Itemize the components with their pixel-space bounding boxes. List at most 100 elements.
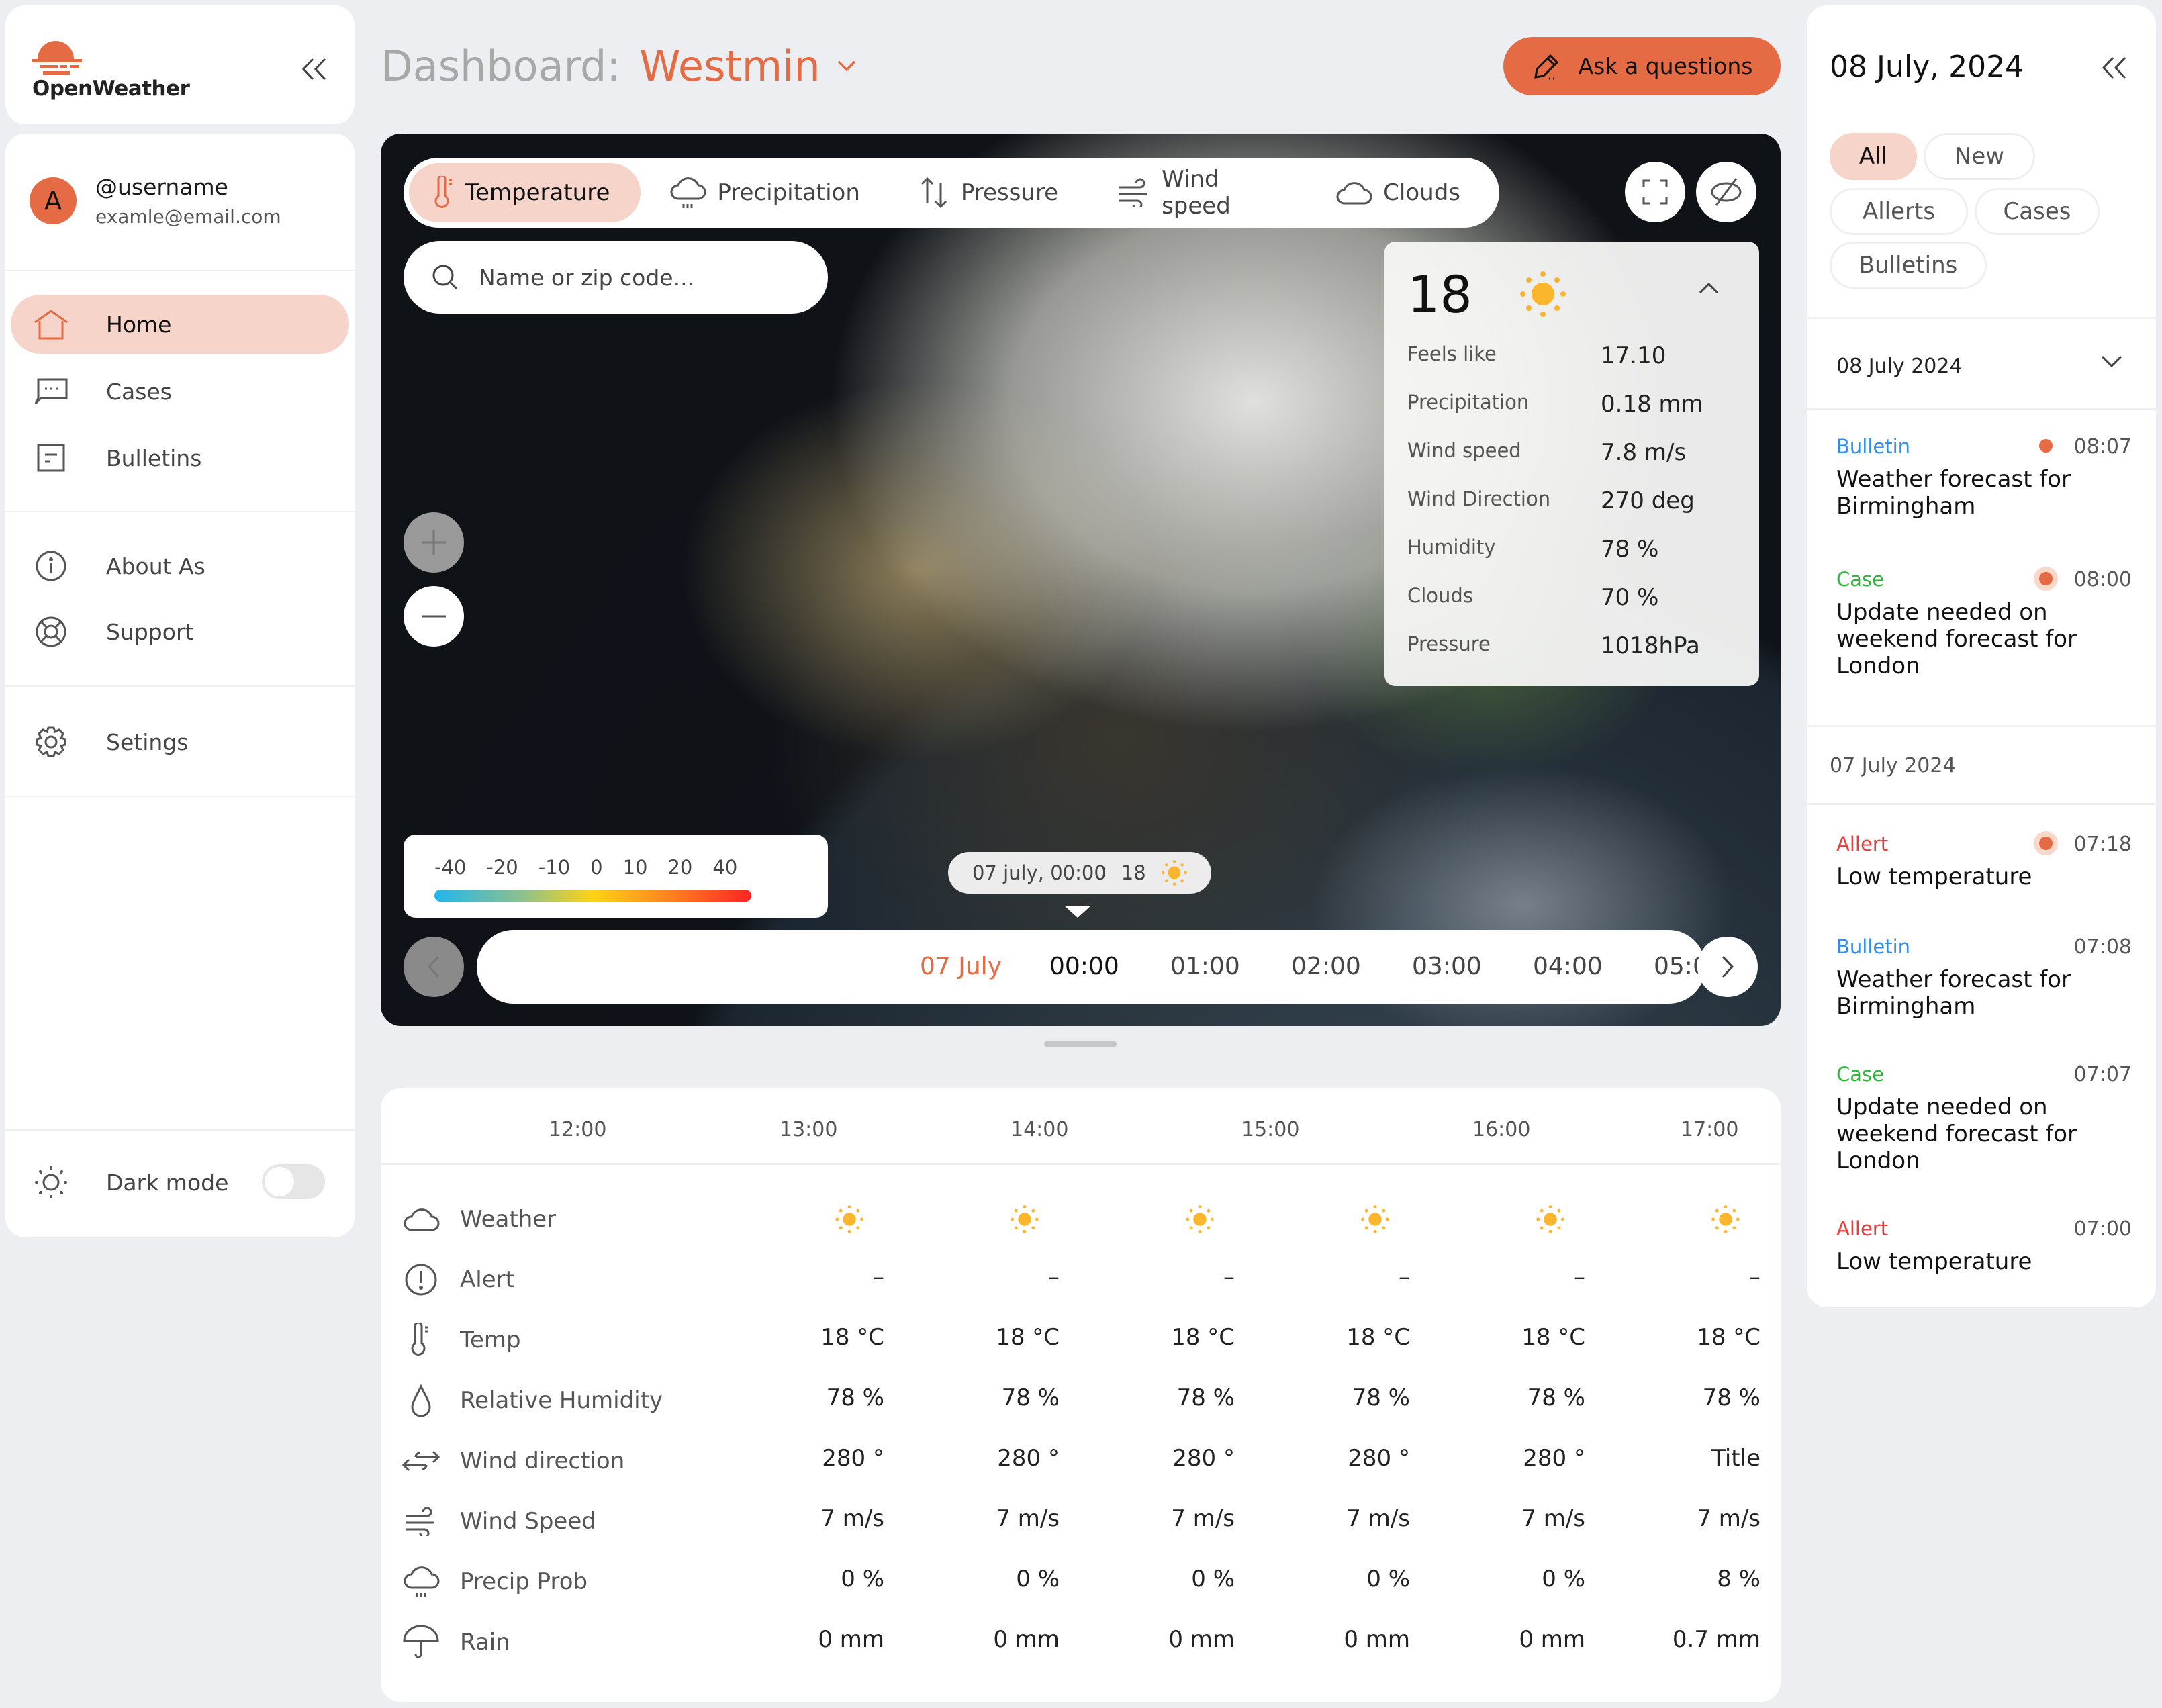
forecast-value: –	[1399, 1264, 1410, 1290]
sidebar-item-home[interactable]: Home	[11, 295, 349, 354]
notification-item[interactable]: Case 07:07 Update needed on weekend foreca…	[1836, 1063, 2132, 1174]
forecast-value: 280 °	[1348, 1445, 1410, 1472]
forecast-row: Wind direction 280 ° 280 ° 280 ° 280 ° 280 ° T…	[401, 1441, 1764, 1481]
notification-item[interactable]: Case 08:00 Update needed on weekend foreca…	[1836, 568, 2132, 679]
timeline-slot[interactable]: 04:00	[1533, 953, 1603, 980]
tab-clouds[interactable]: Clouds	[1309, 163, 1491, 222]
hide-layer-button[interactable]	[1696, 162, 1756, 222]
forecast-value: 7 m/s	[1346, 1505, 1410, 1532]
chevron-down-icon[interactable]	[2101, 354, 2122, 368]
weather-map[interactable]: Temperature Precipitation Pressure Wind …	[381, 134, 1781, 1026]
notification-message: Low temperature	[1836, 1248, 2032, 1275]
timeline[interactable]: 07 July 00:0001:0002:0003:0004:0005:00	[477, 930, 1705, 1004]
cloud-icon	[401, 1206, 441, 1233]
sidebar-item-cases[interactable]: Cases	[11, 362, 349, 421]
divider	[5, 511, 355, 512]
search-icon	[432, 265, 458, 290]
notification-message: Update needed on weekend forecast for Lo…	[1836, 599, 2077, 679]
filter-chip-allerts[interactable]: Allerts	[1830, 188, 1968, 235]
dark-mode-label: Dark mode	[106, 1169, 229, 1196]
forecast-value: –	[873, 1264, 884, 1290]
forecast-hour: 14:00	[1010, 1118, 1069, 1141]
page-title-prefix: Dashboard:	[381, 42, 621, 91]
timeline-slot[interactable]: 03:00	[1412, 953, 1482, 980]
collapse-panel-button[interactable]	[2101, 56, 2128, 79]
zoom-out-button[interactable]	[404, 586, 464, 647]
notification-item[interactable]: Allert 07:18 Low temperature	[1836, 833, 2132, 890]
sidebar-item-about[interactable]: About As	[11, 536, 349, 596]
legend-ticks: -40 -20 -10 0 10 20 40	[434, 856, 757, 879]
user-profile[interactable]: A @username examle@email.com	[30, 174, 281, 228]
info-label: Wind speed	[1407, 439, 1521, 462]
collapse-sidebar-button[interactable]	[301, 58, 328, 81]
legend-tick: 40	[712, 856, 738, 879]
sun-icon	[1185, 1204, 1215, 1234]
alert-circle-icon	[401, 1263, 441, 1296]
forecast-value: –	[1223, 1264, 1235, 1290]
tab-precipitation[interactable]: Precipitation	[643, 163, 891, 222]
forecast-value: 0 mm	[1519, 1626, 1585, 1653]
forecast-value: 78 %	[1352, 1384, 1410, 1411]
divider	[1807, 725, 2156, 727]
tab-label: Temperature	[465, 179, 610, 206]
forecast-value: 0 mm	[1344, 1626, 1410, 1653]
notification-group-date[interactable]: 08 July 2024	[1836, 354, 1963, 378]
forecast-value: 18 °C	[820, 1324, 884, 1351]
sidebar-item-support[interactable]: Support	[11, 602, 349, 661]
sidebar-item-bulletins[interactable]: Bulletins	[11, 428, 349, 487]
dark-mode-toggle[interactable]	[262, 1164, 325, 1199]
forecast-value: 18 °C	[1171, 1324, 1235, 1351]
droplet-icon	[401, 1384, 441, 1417]
timeline-slot[interactable]: 01:00	[1170, 953, 1240, 980]
notification-item[interactable]: Allert 07:00 Low temperature	[1836, 1217, 2132, 1275]
timeline-prev-button[interactable]	[404, 937, 464, 997]
forecast-row: Relative Humidity 78 % 78 % 78 % 78 % 78 % 78 …	[401, 1380, 1764, 1421]
location-selector[interactable]: Westmin	[639, 42, 820, 91]
fullscreen-button[interactable]	[1625, 162, 1685, 222]
page-title: Dashboard: Westmin	[381, 42, 857, 91]
forecast-value: 8 %	[1717, 1566, 1760, 1593]
forecast-row: Alert – – – – – –	[401, 1260, 1764, 1300]
collapse-info-button[interactable]	[1699, 282, 1719, 294]
logo-card: OpenWeather	[5, 5, 355, 124]
timeline-slot[interactable]: 02:00	[1291, 953, 1361, 980]
user-email: examle@email.com	[95, 205, 281, 228]
ask-question-button[interactable]: Ask a questions	[1503, 37, 1781, 95]
forecast-hour: 16:00	[1472, 1118, 1531, 1141]
notification-message: Weather forecast for Birmingham	[1836, 966, 2071, 1020]
forecast-value: 78 %	[1176, 1384, 1235, 1411]
filter-chip-new[interactable]: New	[1924, 133, 2035, 180]
chevron-left-icon	[427, 955, 440, 978]
filter-chip-all[interactable]: All	[1830, 133, 1917, 180]
notification-time: 07:00	[2073, 1217, 2132, 1241]
location-search-input[interactable]: Name or zip code...	[404, 241, 828, 314]
forecast-value: 78 %	[1001, 1384, 1060, 1411]
notification-item[interactable]: Bulletin 08:07 Weather forecast for Birmin…	[1836, 435, 2132, 520]
tab-label: Wind speed	[1162, 166, 1231, 220]
filter-chip-bulletins[interactable]: Bulletins	[1830, 242, 1987, 289]
filter-chip-cases[interactable]: Cases	[1975, 188, 2100, 235]
info-label: Precipitation	[1407, 391, 1530, 414]
unread-dot-icon	[2039, 837, 2053, 850]
timeline-slot[interactable]: 00:00	[1049, 953, 1119, 980]
tab-wind-speed[interactable]: Wind speed	[1092, 163, 1307, 222]
double-chevron-icon	[2102, 56, 2126, 79]
sidebar-item-settings[interactable]: Setings	[11, 712, 349, 771]
sun-icon	[1161, 859, 1188, 886]
timeline-next-button[interactable]	[1697, 937, 1758, 997]
chevron-down-icon[interactable]	[837, 60, 857, 73]
zoom-in-button[interactable]	[404, 512, 464, 573]
tab-pressure[interactable]: Pressure	[894, 163, 1089, 222]
forecast-value: 7 m/s	[1521, 1505, 1585, 1532]
panel-resize-handle[interactable]	[1044, 1041, 1117, 1047]
forecast-value: 0 mm	[818, 1626, 884, 1653]
forecast-value: 0 %	[1366, 1566, 1410, 1593]
forecast-value: 0 %	[841, 1566, 884, 1593]
info-row: Feels like 17.10	[1407, 342, 1743, 369]
forecast-row: Wind Speed 7 m/s 7 m/s 7 m/s 7 m/s 7 m/s 7 m/s	[401, 1501, 1764, 1541]
weather-info-card: 18 Feels like 17.10 Precipitation 0.18 mm Wi…	[1384, 242, 1759, 686]
divider	[5, 1129, 355, 1131]
notification-item[interactable]: Bulletin 07:08 Weather forecast for Birmin…	[1836, 935, 2132, 1020]
tab-temperature[interactable]: Temperature	[409, 163, 641, 222]
chevron-right-icon	[1722, 955, 1734, 978]
